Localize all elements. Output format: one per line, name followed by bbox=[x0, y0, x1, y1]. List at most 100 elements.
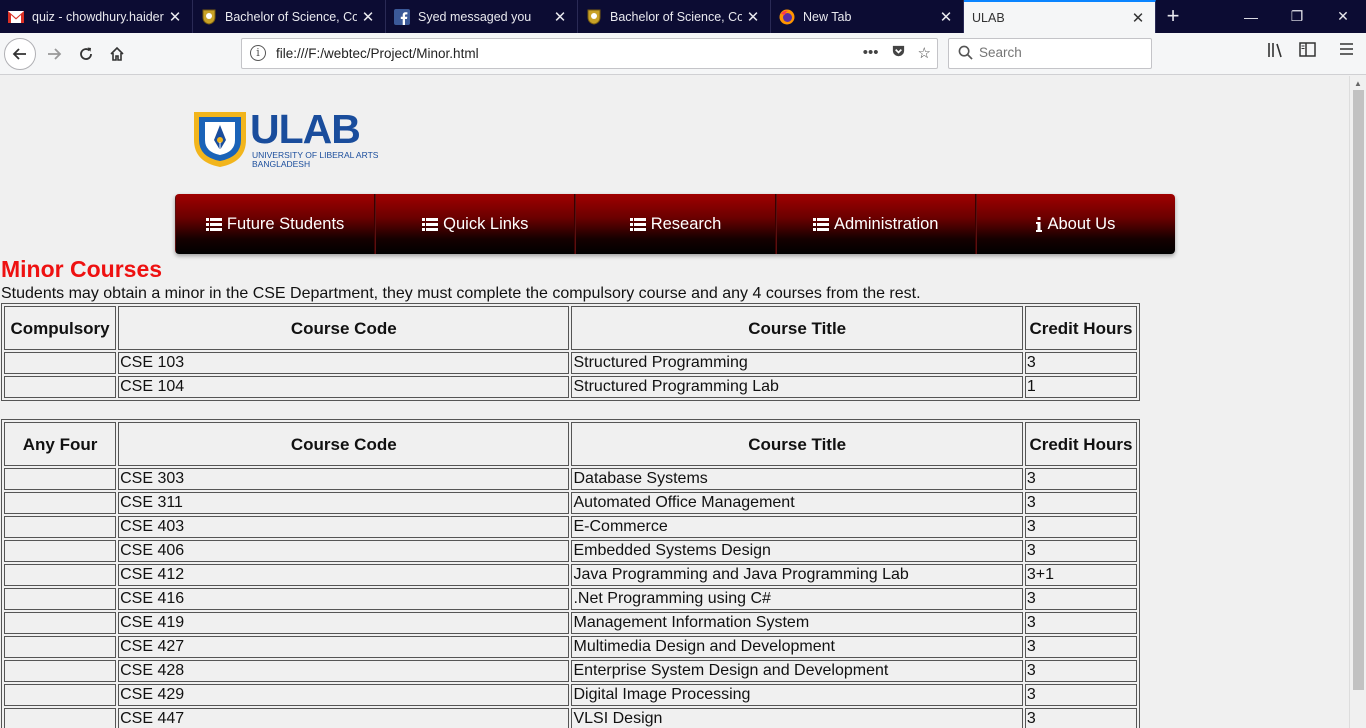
group-cell bbox=[4, 588, 117, 610]
table-row: CSE 416 .Net Programming using C# 3 bbox=[4, 588, 1137, 610]
browser-tab[interactable]: Syed messaged you ✕ bbox=[386, 0, 578, 33]
course-title-cell: Structured Programming Lab bbox=[571, 376, 1023, 398]
table-row: CSE 427 Multimedia Design and Development… bbox=[4, 636, 1137, 658]
course-code-cell: CSE 416 bbox=[118, 588, 570, 610]
group-cell bbox=[4, 540, 117, 562]
nav-quick-links[interactable]: Quick Links bbox=[375, 194, 576, 254]
restore-button[interactable]: ❐ bbox=[1274, 0, 1320, 33]
credit-hours-cell: 3+1 bbox=[1024, 564, 1137, 586]
close-tab-icon[interactable]: ✕ bbox=[357, 8, 379, 26]
group-cell bbox=[4, 564, 117, 586]
firefox-icon bbox=[779, 9, 795, 25]
reload-icon bbox=[80, 47, 92, 60]
page-viewport: ULAB UNIVERSITY OF LIBERAL ARTS BANGLADE… bbox=[0, 76, 1349, 728]
credit-hours-cell: 3 bbox=[1024, 540, 1137, 562]
nav-about-us[interactable]: About Us bbox=[975, 194, 1175, 254]
search-input[interactable] bbox=[979, 45, 1139, 60]
tab-title: Syed messaged you bbox=[418, 9, 532, 24]
column-header: Course Title bbox=[571, 422, 1023, 466]
facebook-icon bbox=[394, 8, 410, 25]
bookmark-star-icon[interactable]: ☆ bbox=[918, 44, 931, 63]
credit-hours-cell: 3 bbox=[1024, 684, 1137, 706]
ulab-logo[interactable]: ULAB UNIVERSITY OF LIBERAL ARTS BANGLADE… bbox=[192, 106, 378, 169]
page-title: Minor Courses bbox=[1, 256, 163, 282]
close-tab-icon[interactable]: ✕ bbox=[549, 8, 571, 26]
sidebar-icon[interactable] bbox=[1299, 42, 1316, 62]
course-code-cell: CSE 406 bbox=[118, 540, 570, 562]
close-tab-icon[interactable]: ✕ bbox=[742, 8, 764, 26]
minimize-button[interactable]: — bbox=[1228, 0, 1274, 33]
ulab-favicon bbox=[586, 9, 602, 25]
group-cell bbox=[4, 612, 117, 634]
column-header: Course Title bbox=[571, 306, 1023, 350]
library-icon[interactable] bbox=[1267, 42, 1285, 63]
group-cell bbox=[4, 352, 117, 374]
browser-tab-active[interactable]: ULAB ✕ bbox=[964, 0, 1156, 33]
course-title-cell: Multimedia Design and Development bbox=[571, 636, 1023, 658]
tab-title: New Tab bbox=[803, 9, 852, 24]
forward-button[interactable] bbox=[38, 38, 70, 70]
url-text[interactable]: file:///F:/webtec/Project/Minor.html bbox=[276, 46, 479, 61]
nav-label: Administration bbox=[833, 214, 939, 233]
page-actions-icon[interactable]: ••• bbox=[863, 44, 879, 63]
home-button[interactable] bbox=[101, 38, 133, 70]
close-tab-icon[interactable]: ✕ bbox=[935, 8, 957, 26]
address-bar[interactable]: i file:///F:/webtec/Project/Minor.html •… bbox=[241, 38, 938, 69]
tab-title: ULAB bbox=[972, 10, 1005, 25]
course-title-cell: E-Commerce bbox=[571, 516, 1023, 538]
close-tab-icon[interactable]: ✕ bbox=[164, 8, 186, 26]
browser-tab[interactable]: Bachelor of Science, Com ✕ bbox=[193, 0, 386, 33]
nav-label: Research bbox=[650, 214, 722, 233]
close-window-button[interactable]: ✕ bbox=[1320, 0, 1366, 33]
credit-hours-cell: 3 bbox=[1024, 588, 1137, 610]
table-header-row: Any Four Course Code Course Title Credit… bbox=[4, 422, 1137, 466]
course-title-cell: Database Systems bbox=[571, 468, 1023, 490]
search-box[interactable] bbox=[948, 38, 1152, 69]
credit-hours-cell: 3 bbox=[1024, 516, 1137, 538]
scrollbar-thumb[interactable] bbox=[1353, 90, 1364, 690]
pocket-icon[interactable] bbox=[891, 44, 906, 63]
group-cell bbox=[4, 660, 117, 682]
site-info-icon[interactable]: i bbox=[250, 45, 266, 61]
course-code-cell: CSE 447 bbox=[118, 708, 570, 728]
browser-tab[interactable]: New Tab ✕ bbox=[771, 0, 964, 33]
table-row: CSE 103 Structured Programming 3 bbox=[4, 352, 1137, 374]
credit-hours-cell: 1 bbox=[1024, 376, 1137, 398]
hamburger-menu-icon[interactable] bbox=[1339, 42, 1354, 61]
table-row: CSE 428 Enterprise System Design and Deve… bbox=[4, 660, 1137, 682]
group-cell bbox=[4, 636, 117, 658]
group-cell bbox=[4, 516, 117, 538]
course-code-cell: CSE 427 bbox=[118, 636, 570, 658]
info-icon bbox=[1036, 216, 1043, 232]
course-code-cell: CSE 403 bbox=[118, 516, 570, 538]
back-button[interactable] bbox=[4, 38, 36, 70]
list-icon bbox=[812, 217, 829, 231]
new-tab-button[interactable]: + bbox=[1160, 4, 1186, 30]
reload-button[interactable] bbox=[70, 38, 102, 70]
tab-title: quiz - chowdhury.haider bbox=[32, 9, 164, 24]
course-code-cell: CSE 428 bbox=[118, 660, 570, 682]
course-title-cell: Java Programming and Java Programming La… bbox=[571, 564, 1023, 586]
close-tab-icon[interactable]: ✕ bbox=[1127, 9, 1149, 27]
course-title-cell: .Net Programming using C# bbox=[571, 588, 1023, 610]
home-icon bbox=[110, 46, 124, 61]
nav-administration[interactable]: Administration bbox=[775, 194, 976, 254]
course-title-cell: Automated Office Management bbox=[571, 492, 1023, 514]
table-row: CSE 311 Automated Office Management 3 bbox=[4, 492, 1137, 514]
browser-tab-bar: quiz - chowdhury.haider ✕ Bachelor of Sc… bbox=[0, 0, 1366, 33]
table-row: CSE 429 Digital Image Processing 3 bbox=[4, 684, 1137, 706]
vertical-scrollbar[interactable]: ▲ bbox=[1349, 76, 1366, 728]
table-row: CSE 412 Java Programming and Java Program… bbox=[4, 564, 1137, 586]
table-row: CSE 104 Structured Programming Lab 1 bbox=[4, 376, 1137, 398]
nav-future-students[interactable]: Future Students bbox=[175, 194, 376, 254]
course-code-cell: CSE 412 bbox=[118, 564, 570, 586]
nav-research[interactable]: Research bbox=[575, 194, 776, 254]
course-code-cell: CSE 104 bbox=[118, 376, 570, 398]
browser-tab[interactable]: Bachelor of Science, Com ✕ bbox=[578, 0, 771, 33]
browser-tab[interactable]: quiz - chowdhury.haider ✕ bbox=[0, 0, 193, 33]
course-title-cell: Digital Image Processing bbox=[571, 684, 1023, 706]
course-title-cell: Enterprise System Design and Development bbox=[571, 660, 1023, 682]
browser-toolbar: i file:///F:/webtec/Project/Minor.html •… bbox=[0, 33, 1366, 75]
nav-label: About Us bbox=[1047, 214, 1116, 233]
scroll-up-icon[interactable]: ▲ bbox=[1354, 79, 1362, 88]
